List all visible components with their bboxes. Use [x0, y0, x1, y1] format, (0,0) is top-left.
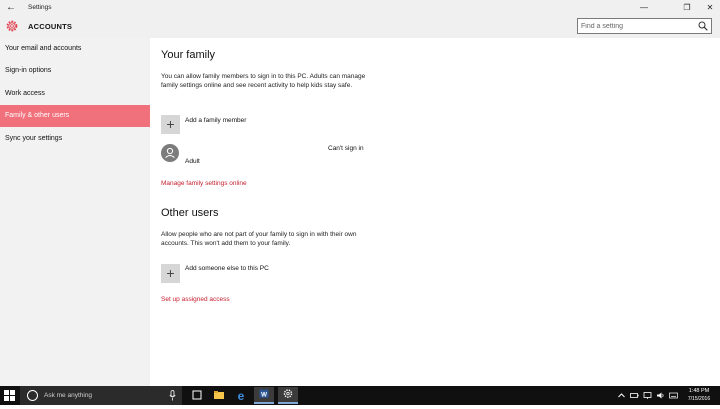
title-bar: ← Settings — ❐ ✕: [0, 0, 720, 15]
close-button[interactable]: ✕: [699, 0, 720, 15]
add-family-member-button[interactable]: +: [161, 115, 180, 134]
task-view-icon[interactable]: [187, 387, 207, 404]
add-someone-label[interactable]: Add someone else to this PC: [185, 265, 269, 272]
edge-browser-icon[interactable]: e: [231, 387, 251, 404]
section-title: ACCOUNTS: [28, 22, 73, 31]
other-users-description: Allow people who are not part of your fa…: [161, 231, 357, 247]
svg-text:e: e: [238, 389, 245, 403]
svg-text:W: W: [261, 391, 267, 398]
sidebar-item-sync-settings[interactable]: Sync your settings: [0, 128, 150, 150]
battery-icon[interactable]: [630, 391, 639, 400]
word-icon[interactable]: W: [254, 387, 274, 404]
sidebar-item-sign-in-options[interactable]: Sign-in options: [0, 60, 150, 82]
cortana-icon: [27, 390, 38, 401]
maximize-button[interactable]: ❐: [676, 0, 698, 15]
volume-icon[interactable]: [656, 391, 665, 400]
settings-app-icon[interactable]: [278, 387, 298, 404]
sidebar-item-work-access[interactable]: Work access: [0, 83, 150, 105]
assigned-access-link[interactable]: Set up assigned access: [161, 296, 230, 303]
clock-date[interactable]: 7/15/2016: [682, 396, 716, 402]
gear-icon: [6, 20, 18, 32]
back-button[interactable]: ←: [0, 0, 22, 15]
family-heading: Your family: [161, 49, 216, 61]
other-users-heading: Other users: [161, 207, 219, 219]
chevron-up-icon[interactable]: [617, 391, 626, 400]
sidebar-item-family-other-users[interactable]: Family & other users: [0, 105, 150, 127]
network-icon[interactable]: [643, 391, 652, 400]
minimize-button[interactable]: —: [633, 0, 655, 15]
search-box[interactable]: [577, 18, 712, 34]
family-member-status: Can't sign in: [328, 145, 364, 152]
cortana-search-box[interactable]: Ask me anything: [20, 386, 182, 405]
sidebar: Your email and accounts Sign-in options …: [0, 38, 150, 386]
clock-time[interactable]: 1:48 PM: [682, 388, 716, 394]
add-someone-button[interactable]: +: [161, 264, 180, 283]
avatar[interactable]: [161, 144, 179, 162]
windows-start-icon[interactable]: [4, 390, 15, 401]
manage-family-link[interactable]: Manage family settings online: [161, 180, 247, 187]
add-family-member-label[interactable]: Add a family member: [185, 117, 246, 124]
window-title: Settings: [28, 4, 52, 11]
search-input[interactable]: [581, 19, 691, 33]
family-member-role: Adult: [185, 158, 200, 165]
search-icon[interactable]: [698, 21, 708, 31]
family-description: You can allow family members to sign in …: [161, 73, 366, 89]
keyboard-icon[interactable]: [669, 391, 678, 400]
settings-window: ← Settings — ❐ ✕ ACCOUNTS Your email and…: [0, 0, 720, 386]
cortana-search-text[interactable]: Ask me anything: [44, 386, 92, 405]
person-icon: [165, 147, 175, 158]
main-content: Your family You can allow family members…: [150, 38, 720, 386]
settings-header: ACCOUNTS: [0, 15, 720, 38]
microphone-icon[interactable]: [169, 390, 176, 401]
sidebar-item-email-accounts[interactable]: Your email and accounts: [0, 38, 150, 60]
taskbar: Ask me anything e W 1:48 PM 7/15/2016: [0, 386, 720, 405]
file-explorer-icon[interactable]: [209, 387, 229, 404]
